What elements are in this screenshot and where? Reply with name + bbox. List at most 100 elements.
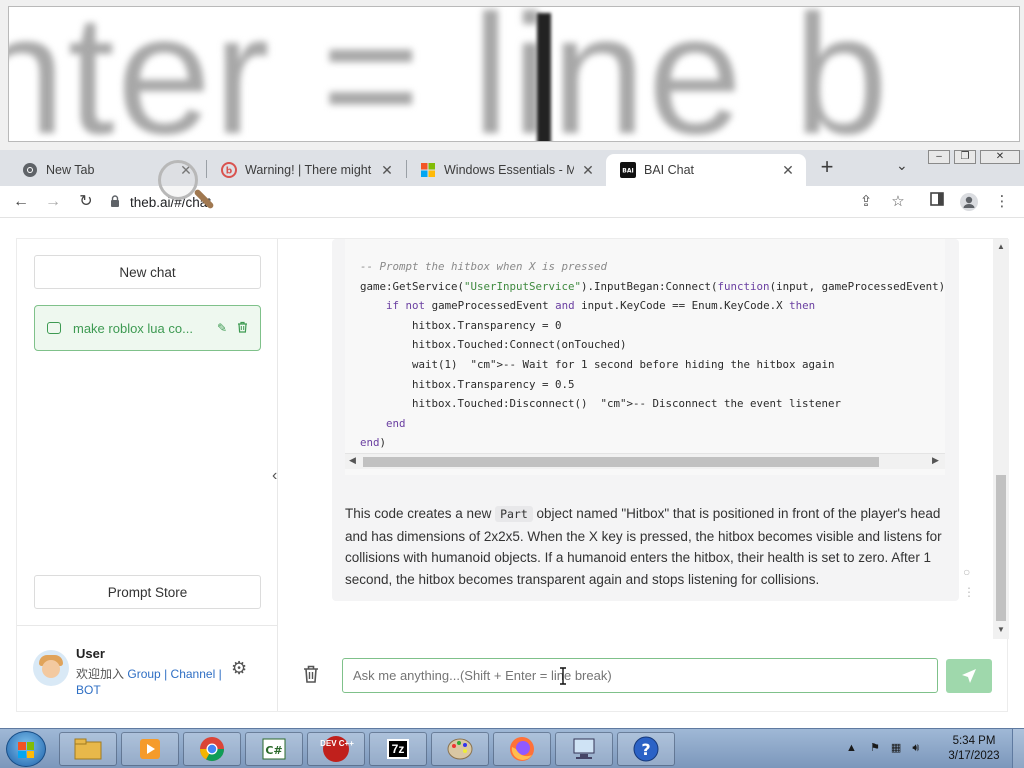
reload-icon[interactable]: ↻ — [76, 192, 96, 212]
code-line: end — [386, 416, 406, 430]
bookmark-star-icon[interactable]: ☆ — [888, 192, 908, 212]
chat-history-label: make roblox lua co... — [73, 320, 193, 336]
system-tray: ▲ ⚑ ▦ 🔊︎ — [846, 741, 919, 755]
magnifier-glass-icon — [158, 160, 198, 200]
taskbar-firefox[interactable] — [493, 732, 551, 766]
svg-text:?: ? — [641, 740, 650, 759]
chat-input[interactable] — [342, 658, 938, 693]
link-separator: | — [164, 667, 168, 681]
taskbar-csharp-editor[interactable]: C# — [245, 732, 303, 766]
message-more-icon[interactable]: ⋮ — [963, 585, 975, 599]
browser-toolbar: ← → ↻ theb.ai/#/chat ⇪ ☆ ⋮ — [0, 186, 1024, 218]
svg-text:C#: C# — [265, 744, 282, 757]
send-button[interactable] — [946, 659, 992, 693]
browser-menu-icon[interactable]: ⋮ — [992, 192, 1012, 212]
clock[interactable]: 5:34 PM 3/17/2023 — [944, 734, 1004, 764]
tab-close-icon[interactable]: ✕ — [580, 162, 596, 179]
code-line: end) — [360, 436, 387, 450]
address-bar[interactable]: theb.ai/#/chat — [110, 188, 850, 216]
side-panel-icon[interactable] — [927, 192, 947, 212]
svg-text:b: b — [226, 167, 233, 177]
tab-search-dropdown-icon[interactable]: ⌄ — [896, 157, 908, 174]
media-player-icon — [140, 739, 160, 759]
paint-palette-icon — [447, 738, 473, 760]
chat-sidebar: New chat make roblox lua co... ✎ Prompt … — [17, 239, 278, 711]
code-line: -- Prompt the hitbox when X is pressed — [360, 260, 608, 273]
assistant-message: -- Prompt the hitbox when X is pressed g… — [332, 239, 959, 601]
restore-window-button[interactable]: ❐ — [954, 150, 976, 164]
code-line: if not gameProcessedEvent and input.KeyC… — [386, 299, 816, 313]
welcome-text: 欢迎加入 — [76, 667, 125, 681]
settings-gear-icon[interactable]: ⚙ — [231, 658, 247, 679]
code-block: -- Prompt the hitbox when X is pressed g… — [345, 239, 945, 475]
delete-trash-icon[interactable] — [237, 321, 248, 336]
folder-icon — [74, 738, 102, 760]
bot-link[interactable]: BOT — [76, 683, 101, 697]
network-computer-icon — [573, 738, 595, 759]
magnifier-lens-content: nter = line b — [8, 6, 1020, 142]
chrome-icon — [22, 162, 38, 178]
taskbar-7zip[interactable]: 7z — [369, 732, 427, 766]
tab-title: BAI Chat — [644, 163, 695, 177]
clock-date: 3/17/2023 — [948, 750, 1000, 762]
prompt-store-button[interactable]: Prompt Store — [34, 575, 261, 609]
chat-main-panel: -- Prompt the hitbox when X is pressed g… — [279, 239, 1009, 713]
tab-windows-essentials[interactable]: Windows Essentials - Mic ✕ — [406, 154, 606, 186]
link-separator: | — [218, 667, 222, 681]
close-window-button[interactable]: ✕ — [980, 150, 1020, 164]
lock-icon — [110, 194, 120, 210]
volume-icon[interactable]: 🔊︎ — [912, 742, 919, 754]
show-hidden-icons-icon[interactable]: ▲ — [846, 742, 857, 754]
community-links: 欢迎加入 Group | Channel | BOT — [76, 666, 226, 698]
warning-site-icon: b — [221, 162, 237, 178]
start-button[interactable] — [6, 731, 46, 767]
edit-pencil-icon[interactable]: ✎ — [217, 321, 227, 335]
send-icon — [962, 669, 976, 683]
text-cursor-ibeam — [560, 667, 566, 685]
windows-taskbar: C# DEV C++ 7z ? ▲ ⚑ ▦ 🔊︎ 5:34 PM 3/17/20… — [0, 728, 1024, 768]
back-arrow-icon[interactable]: ← — [11, 192, 31, 212]
chat-vertical-scrollbar[interactable]: ▲ ▼ — [993, 239, 1009, 639]
code-line: wait(1) "cm">-- Wait for 1 second before… — [360, 357, 835, 371]
taskbar-devcpp[interactable]: DEV C++ — [307, 732, 365, 766]
magnified-text: nter = line b — [8, 6, 891, 142]
svg-text:BAI: BAI — [622, 168, 633, 175]
taskbar-network-tool[interactable] — [555, 732, 613, 766]
new-tab-button[interactable]: + — [814, 155, 840, 179]
tab-bai-chat[interactable]: BAI BAI Chat ✕ — [606, 154, 806, 186]
tab-title: New Tab — [46, 163, 95, 177]
7zip-label: 7z — [386, 739, 410, 759]
code-line: hitbox.Touched:Connect(onTouched) — [360, 338, 627, 352]
browser-tab-bar: New Tab ✕ b Warning! | There might be ✕ … — [0, 150, 1024, 186]
profile-icon[interactable] — [959, 192, 979, 212]
forward-arrow-icon[interactable]: → — [43, 192, 63, 212]
chat-history-item[interactable]: make roblox lua co... ✎ — [34, 305, 261, 351]
taskbar-media-player[interactable] — [121, 732, 179, 766]
clear-chat-trash-icon[interactable] — [303, 665, 319, 688]
code-horizontal-scrollbar[interactable]: ◀ ▶ — [345, 453, 945, 469]
taskbar-help[interactable]: ? — [617, 732, 675, 766]
group-link[interactable]: Group — [127, 667, 160, 681]
chrome-icon — [200, 737, 224, 762]
collapse-sidebar-chevron-icon[interactable]: ‹ — [272, 467, 277, 485]
bai-chat-app: New chat make roblox lua co... ✎ Prompt … — [16, 238, 1009, 713]
magnifier-zoom-view: nter = line b — [0, 0, 1024, 150]
minimize-window-button[interactable]: – — [928, 150, 950, 164]
user-name: User — [76, 646, 105, 661]
user-panel: User 欢迎加入 Group | Channel | BOT ⚙ — [17, 625, 278, 713]
taskbar-file-explorer[interactable] — [59, 732, 117, 766]
devcpp-label: DEV C++ — [320, 739, 354, 748]
inline-code: Part — [495, 506, 533, 522]
taskbar-chrome[interactable] — [183, 732, 241, 766]
new-chat-button[interactable]: New chat — [34, 255, 261, 289]
share-icon[interactable]: ⇪ — [856, 192, 876, 212]
tab-warning[interactable]: b Warning! | There might be ✕ — [207, 154, 405, 186]
code-content: -- Prompt the hitbox when X is pressed g… — [345, 239, 945, 453]
tab-close-icon[interactable]: ✕ — [780, 162, 796, 179]
network-icon[interactable]: ▦ — [891, 742, 901, 754]
action-center-flag-icon[interactable]: ⚑ — [870, 742, 880, 754]
tab-close-icon[interactable]: ✕ — [379, 162, 395, 179]
show-desktop-button[interactable] — [1012, 729, 1024, 768]
taskbar-paint[interactable] — [431, 732, 489, 766]
channel-link[interactable]: Channel — [171, 667, 216, 681]
